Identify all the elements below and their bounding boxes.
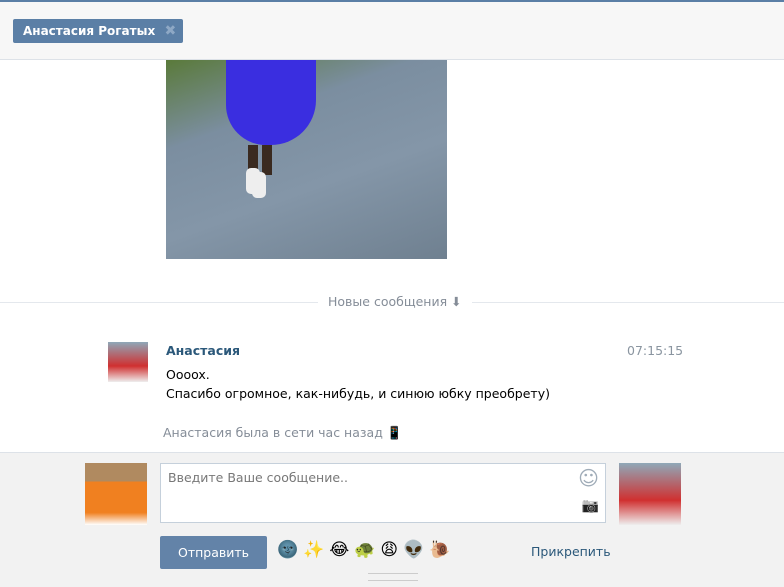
author-avatar[interactable] [108, 342, 148, 382]
emoji-turtle[interactable]: 🐢 [354, 540, 375, 560]
smile-icon[interactable]: ☺ [578, 466, 599, 490]
dialog-tab[interactable]: Анастасия Рогатых ✖ [13, 19, 184, 43]
camera-icon[interactable]: 📷 [582, 498, 599, 514]
photo-shoe [252, 172, 266, 198]
send-button[interactable]: Отправить [160, 536, 267, 569]
emoji-bar: 🌚 ✨ 😂 🐢 😩 👽 🐌 [277, 540, 450, 560]
emoji-sparkles[interactable]: ✨ [303, 540, 324, 560]
message-placeholder: Введите Ваше сообщение.. [168, 470, 348, 485]
recipient-avatar[interactable] [619, 463, 681, 525]
message-text: Ооoox. Спасибо огромное, как-нибудь, и с… [166, 365, 550, 403]
emoji-alien[interactable]: 👽 [403, 540, 424, 560]
online-status: Анастасия была в сети час назад 📱 [163, 425, 403, 440]
message-input[interactable]: Введите Ваше сообщение.. ☺ 📷 [160, 463, 606, 523]
resize-handle[interactable] [368, 573, 418, 581]
emoji-weary[interactable]: 😩 [380, 540, 398, 560]
new-messages-label: Новые сообщения ⬇ [318, 294, 472, 309]
attach-button[interactable]: Прикрепить [531, 544, 611, 559]
emoji-new-moon[interactable]: 🌚 [277, 540, 298, 560]
photo-skirt [226, 60, 316, 145]
header-bar: Анастасия Рогатых ✖ [0, 0, 784, 60]
photo-attachment[interactable] [166, 60, 447, 259]
message-line: Ооoox. [166, 367, 210, 382]
message-time: 07:15:15 [627, 343, 684, 358]
photo-leg [262, 145, 272, 175]
my-avatar[interactable] [85, 463, 147, 525]
dialog-tab-label: Анастасия Рогатых [23, 24, 156, 38]
message-line: Спасибо огромное, как-нибудь, и синюю юб… [166, 386, 550, 401]
close-icon[interactable]: ✖ [164, 19, 176, 43]
emoji-joy[interactable]: 😂 [329, 540, 349, 560]
emoji-snail[interactable]: 🐌 [429, 540, 450, 560]
author-name[interactable]: Анастасия [166, 343, 240, 358]
